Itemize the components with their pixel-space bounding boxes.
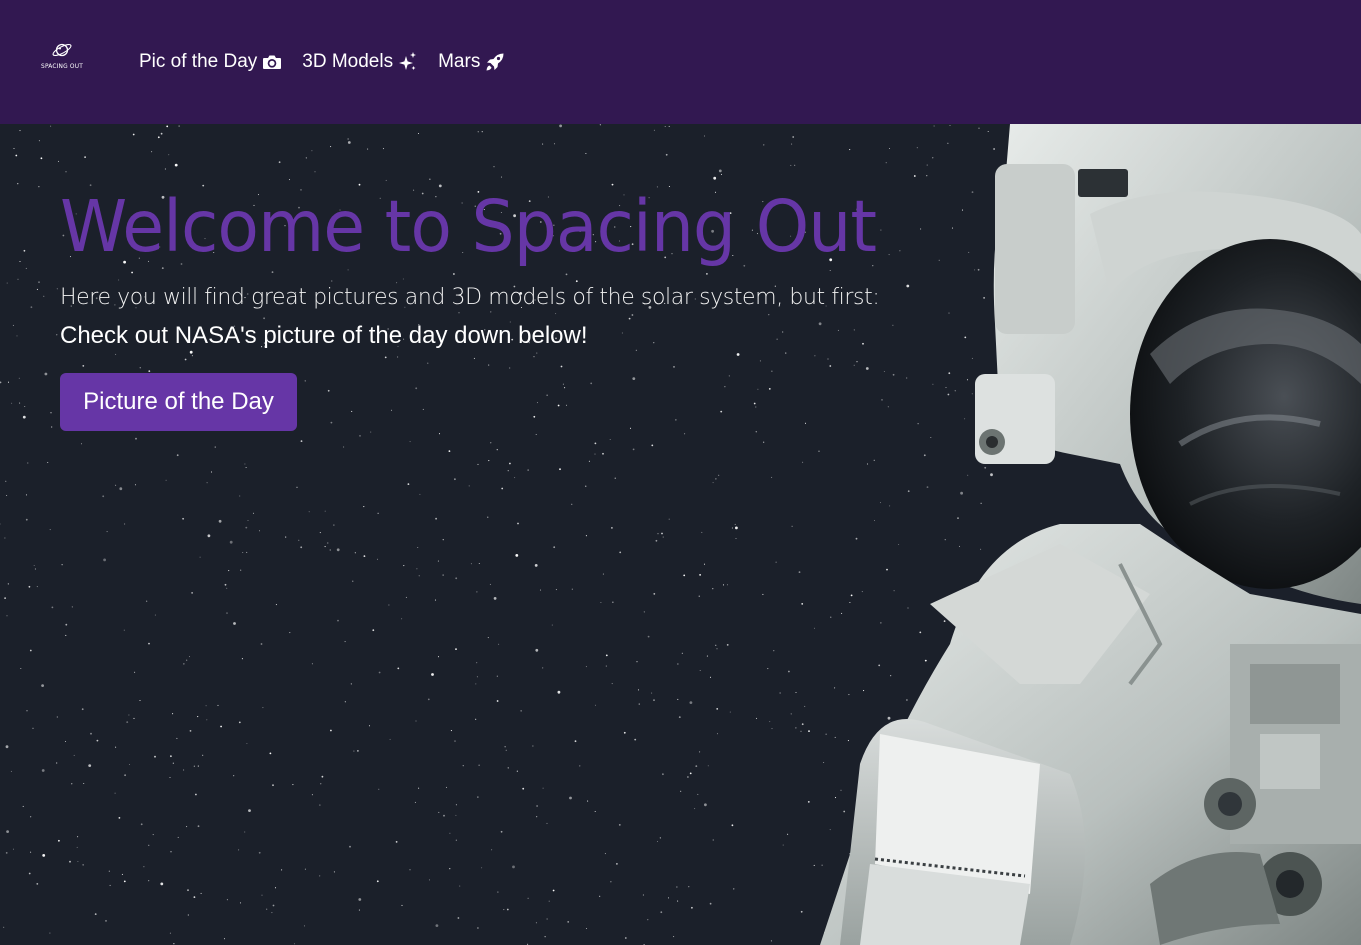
nav-item-pic-of-the-day[interactable]: Pic of the Day (139, 51, 282, 73)
astronaut-image (820, 124, 1361, 945)
nav-item-label: Mars (438, 51, 481, 72)
rocket-icon (485, 52, 505, 72)
nav-item-3d-models[interactable]: 3D Models (302, 51, 418, 73)
hero-section: Welcome to Spacing Out Here you will fin… (0, 124, 1361, 945)
picture-of-the-day-button[interactable]: Picture of the Day (60, 373, 297, 431)
hero-cta-text: Check out NASA's picture of the day down… (60, 322, 588, 349)
sparkles-icon (398, 51, 418, 73)
brand-logo[interactable]: SPACING OUT (38, 40, 86, 74)
navbar: SPACING OUT Pic of the Day 3D Models Mar… (0, 0, 1361, 124)
hero-title: Welcome to Spacing Out (60, 186, 877, 269)
planet-ring-icon (51, 40, 73, 60)
camera-icon (262, 54, 282, 70)
nav-item-label: Pic of the Day (139, 51, 258, 72)
nav-item-mars[interactable]: Mars (438, 51, 505, 73)
nav-item-label: 3D Models (302, 51, 394, 72)
main-nav: Pic of the Day 3D Models Mars (139, 48, 525, 76)
brand-name: SPACING OUT (41, 62, 83, 70)
hero-subtitle: Here you will find great pictures and 3D… (60, 285, 880, 310)
